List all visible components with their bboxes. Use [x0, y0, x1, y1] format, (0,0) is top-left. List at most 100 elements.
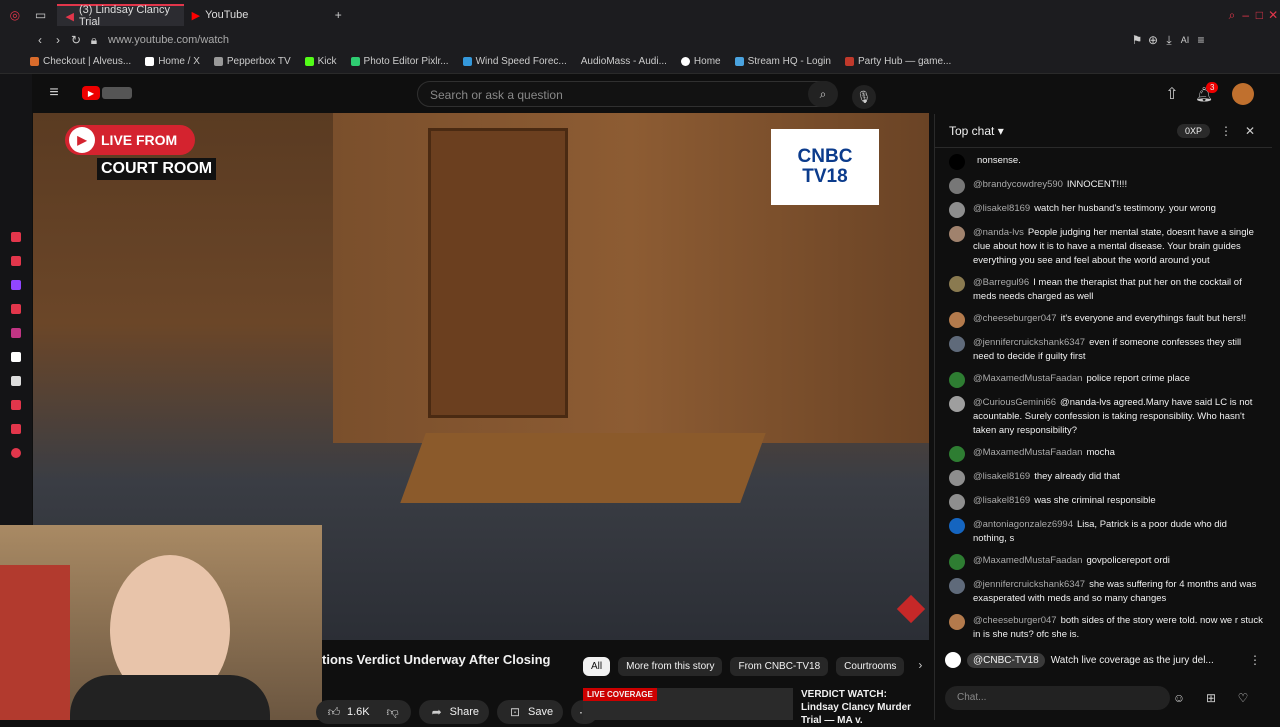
chat-avatar[interactable] — [949, 396, 965, 412]
bookmark-partyhub[interactable]: Party Hub — game... — [844, 56, 951, 67]
chat-avatar[interactable] — [949, 446, 965, 462]
chat-message[interactable]: @lisakel8169 they already did that — [935, 466, 1273, 490]
url-field[interactable]: www.youtube.com/watch — [108, 34, 229, 46]
chat-avatar[interactable] — [949, 178, 965, 194]
upload-icon[interactable]: ⇧ — [1164, 86, 1180, 103]
chat-username[interactable]: @Barregul96 — [973, 277, 1029, 288]
chat-username[interactable]: @jennifercruickshank6347 — [973, 337, 1085, 348]
chat-message[interactable]: @jennifercruickshank6347 she was sufferin… — [935, 574, 1273, 610]
x-icon[interactable] — [11, 376, 21, 386]
bookmark-pixlr[interactable]: Photo Editor Pixlr... — [350, 56, 449, 67]
sidebar-red-icon-5[interactable] — [11, 424, 21, 434]
hamburger-icon[interactable]: ≡ — [46, 84, 62, 101]
bookmark-checkout[interactable]: Checkout | Alveus... — [30, 56, 131, 67]
extensions-icon[interactable]: ⊕ — [1145, 32, 1161, 48]
chat-options-icon[interactable]: ⋮ — [1218, 123, 1234, 139]
bookmark-audiomass[interactable]: AudioMass - Audi... — [581, 56, 667, 67]
youtube-logo[interactable]: ▶ — [82, 85, 136, 101]
thumbs-down-icon[interactable]: 👎︎ — [385, 704, 401, 720]
emoji-icon[interactable]: ☺ — [1171, 690, 1187, 706]
chip-courtrooms[interactable]: Courtrooms — [836, 657, 905, 676]
chat-avatar[interactable] — [949, 578, 965, 594]
chat-message[interactable]: @cheeseburger047 it's everyone and everyt… — [935, 308, 1273, 332]
chat-username[interactable]: @cheeseburger047 — [973, 313, 1057, 324]
search-tabs-icon[interactable]: ⌕ — [1225, 7, 1239, 23]
bookmark-streamhq[interactable]: Stream HQ - Login — [734, 56, 831, 67]
chat-message[interactable]: @MaxamedMustaFaadan police report crime p… — [935, 368, 1273, 392]
ai-icon[interactable]: AI — [1177, 32, 1193, 48]
chat-avatar[interactable] — [949, 554, 965, 570]
bookmark-pepperbox[interactable]: Pepperbox TV — [213, 56, 291, 67]
chat-message[interactable]: @MaxamedMustaFaadan mocha — [935, 442, 1273, 466]
chevron-right-icon[interactable]: › — [912, 657, 928, 673]
bookmark-x[interactable]: Home / X — [145, 56, 200, 67]
chat-input[interactable]: Chat... — [945, 686, 1170, 710]
chat-message[interactable]: @lisakel8169 watch her husband's testimon… — [935, 198, 1273, 222]
chat-avatar[interactable] — [949, 518, 965, 534]
menu-icon[interactable]: ≡ — [1193, 32, 1209, 48]
chat-avatar[interactable] — [949, 470, 965, 486]
bookmark-kick[interactable]: Kick — [304, 56, 337, 67]
super-chat-icon[interactable]: ⊞ — [1203, 690, 1219, 706]
recommended-video[interactable]: LIVE COVERAGE VERDICT WATCH: Lindsay Cla… — [583, 688, 928, 726]
chip-from-cnbc[interactable]: From CNBC-TV18 — [730, 657, 829, 676]
like-button[interactable]: 👍︎ 1.6K 👎︎ — [316, 700, 411, 724]
avatar[interactable] — [1232, 83, 1254, 105]
audio-icon[interactable]: ◀ — [65, 10, 73, 23]
search-input[interactable]: Search or ask a question — [417, 81, 837, 107]
chat-avatar[interactable] — [949, 202, 965, 218]
chat-username[interactable]: @antoniagonzalez6994 — [973, 519, 1073, 530]
share-button[interactable]: ➦ Share — [418, 700, 489, 724]
chat-avatar[interactable] — [949, 614, 965, 630]
chat-mode-dropdown[interactable]: Top chat ▾ — [949, 124, 1004, 138]
microphone-icon[interactable]: 🎙︎ — [852, 85, 876, 109]
chat-username[interactable]: @nanda-lvs — [973, 227, 1024, 238]
maximize-icon[interactable]: □ — [1253, 7, 1267, 23]
chat-avatar[interactable] — [949, 312, 965, 328]
chat-message[interactable]: @brandycowdrey590 INNOCENT!!!! — [935, 174, 1273, 198]
chat-username[interactable]: @lisakel8169 — [973, 203, 1030, 214]
sidebar-red-icon[interactable] — [11, 232, 21, 242]
new-tab-icon[interactable]: + — [331, 7, 345, 23]
sidebar-red-icon-4[interactable] — [11, 400, 21, 410]
chat-username[interactable]: @MaxamedMustaFaadan — [973, 373, 1082, 384]
chat-username[interactable]: @brandycowdrey590 — [973, 179, 1063, 190]
tab-lindsay-clancy[interactable]: ◀ (3) Lindsay Clancy Trial — [57, 4, 184, 28]
bookmark-home[interactable]: Home — [680, 56, 721, 67]
download-icon[interactable]: ⤓ — [1161, 32, 1177, 48]
chat-username[interactable]: @MaxamedMustaFaadan — [973, 447, 1082, 458]
minimize-icon[interactable]: – — [1239, 7, 1253, 23]
search-button[interactable]: ⌕ — [808, 81, 838, 107]
tab-youtube[interactable]: ▶ YouTube — [184, 4, 257, 26]
chat-message[interactable]: @Barregul96 I mean the therapist that put… — [935, 272, 1273, 308]
chip-more-from-story[interactable]: More from this story — [618, 657, 723, 676]
tiktok-icon[interactable] — [11, 352, 21, 362]
forward-icon[interactable]: › — [50, 32, 66, 48]
chat-avatar[interactable] — [949, 494, 965, 510]
chat-avatar[interactable] — [949, 226, 965, 242]
chat-message[interactable]: @cheeseburger047 both sides of the story … — [935, 610, 1273, 640]
heart-icon[interactable]: ♡ — [1235, 690, 1251, 706]
chat-message[interactable]: @CuriousGemini66 @nanda-lvs agreed.Many h… — [935, 392, 1273, 442]
sidebar-red-icon-3[interactable] — [11, 304, 21, 314]
close-chat-icon[interactable]: ✕ — [1242, 123, 1258, 139]
chat-avatar[interactable] — [949, 154, 965, 170]
reload-icon[interactable]: ↻ — [68, 32, 84, 48]
back-icon[interactable]: ‹ — [32, 32, 48, 48]
chat-username[interactable]: @lisakel8169 — [973, 471, 1030, 482]
chat-avatar[interactable] — [949, 372, 965, 388]
bookmark-wind[interactable]: Wind Speed Forec... — [462, 56, 567, 67]
settings-icon[interactable] — [11, 448, 21, 458]
chat-message[interactable]: @antoniagonzalez6994 Lisa, Patrick is a p… — [935, 514, 1273, 550]
chat-username[interactable]: @MaxamedMustaFaadan — [973, 555, 1082, 566]
chat-message[interactable]: nonsense. — [935, 150, 1273, 174]
chip-all[interactable]: All — [583, 657, 611, 676]
chat-avatar[interactable] — [949, 336, 965, 352]
close-window-icon[interactable]: ✕ — [1266, 7, 1280, 23]
chat-username[interactable]: @CuriousGemini66 — [973, 397, 1056, 408]
pinned-message[interactable]: @CNBC-TV18 Watch live coverage as the ju… — [945, 648, 1263, 672]
chat-message[interactable]: @MaxamedMustaFaadan govpolicereport ordi — [935, 550, 1273, 574]
save-button[interactable]: ⊡ Save — [497, 700, 564, 724]
opera-icon[interactable]: ◎ — [8, 7, 22, 23]
chat-message[interactable]: @nanda-lvs People judging her mental stat… — [935, 222, 1273, 272]
